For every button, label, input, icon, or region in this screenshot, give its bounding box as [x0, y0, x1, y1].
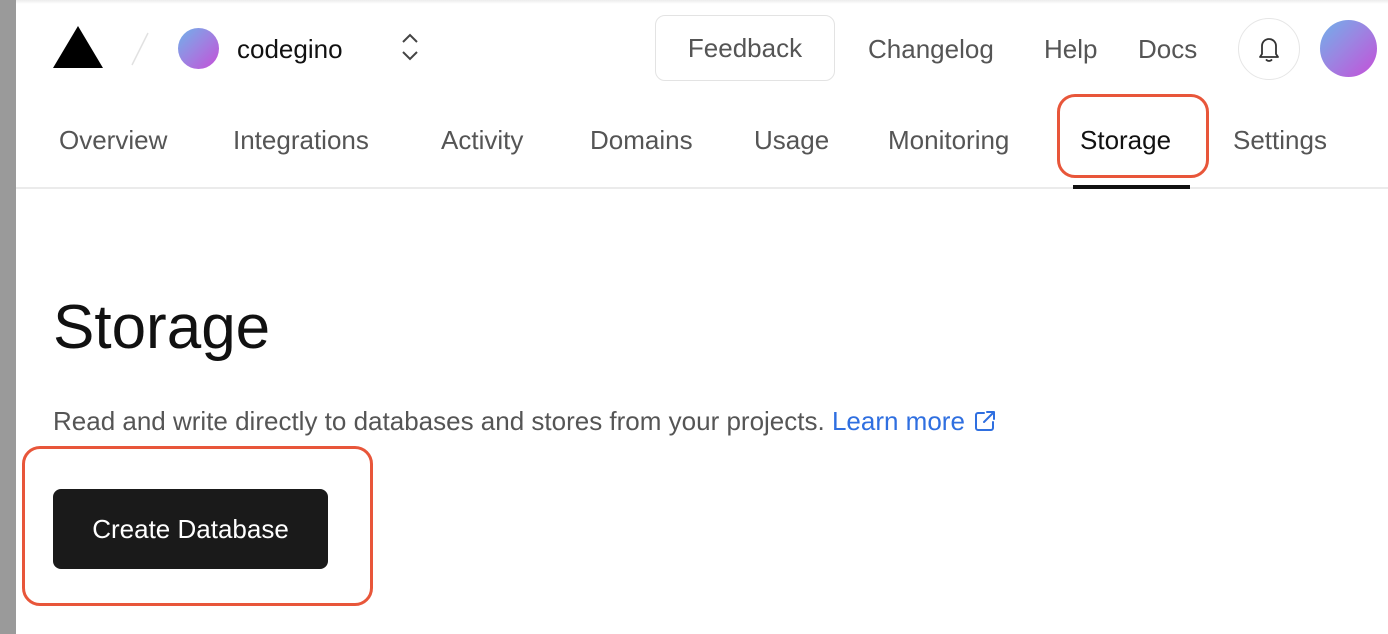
description-text: Read and write directly to databases and… — [53, 406, 825, 436]
top-edge — [16, 0, 1388, 4]
tab-domains[interactable]: Domains — [590, 120, 693, 160]
learn-more-label: Learn more — [831, 406, 965, 436]
team-avatar[interactable] — [178, 28, 219, 69]
breadcrumb-separator — [131, 32, 149, 66]
team-name[interactable]: codegino — [237, 31, 343, 67]
page-title: Storage — [53, 293, 271, 362]
user-avatar[interactable] — [1320, 20, 1377, 77]
bell-icon — [1259, 38, 1279, 62]
tab-integrations[interactable]: Integrations — [233, 120, 369, 160]
create-database-button[interactable]: Create Database — [53, 489, 328, 569]
tab-settings[interactable]: Settings — [1233, 120, 1327, 160]
changelog-link[interactable]: Changelog — [868, 30, 994, 68]
feedback-button[interactable]: Feedback — [655, 15, 835, 81]
help-link[interactable]: Help — [1044, 30, 1097, 68]
external-link-icon — [974, 411, 995, 431]
active-tab-indicator — [1073, 185, 1190, 189]
tab-activity[interactable]: Activity — [441, 120, 523, 160]
vercel-logo-icon[interactable] — [53, 26, 103, 68]
chevron-up-down-icon[interactable] — [398, 30, 422, 64]
left-gutter — [0, 0, 16, 634]
notifications-button[interactable] — [1238, 18, 1300, 80]
tab-overview[interactable]: Overview — [59, 120, 167, 160]
docs-link[interactable]: Docs — [1138, 30, 1197, 68]
tab-storage[interactable]: Storage — [1080, 120, 1171, 160]
tab-monitoring[interactable]: Monitoring — [888, 120, 1009, 160]
tab-usage[interactable]: Usage — [754, 120, 829, 160]
page-description: Read and write directly to databases and… — [53, 403, 997, 439]
learn-more-link[interactable]: Learn more — [832, 406, 997, 436]
